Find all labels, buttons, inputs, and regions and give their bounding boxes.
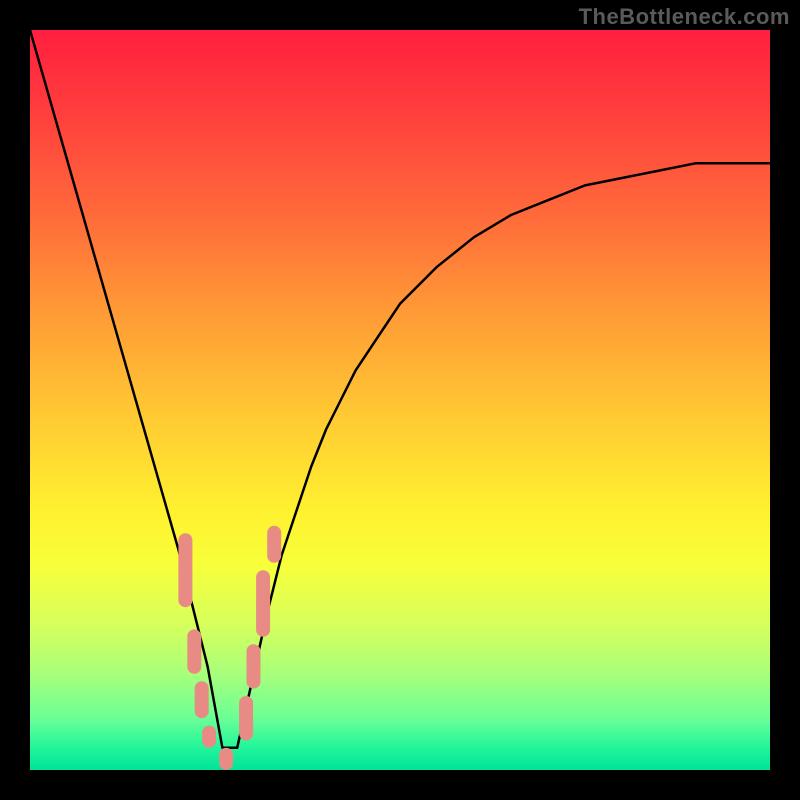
curve-marker: [256, 570, 270, 637]
curve-marker: [195, 681, 209, 718]
bottleneck-curve-svg: [30, 30, 770, 770]
marker-group: [178, 526, 281, 770]
bottleneck-curve: [30, 30, 770, 748]
curve-marker: [239, 696, 253, 740]
curve-marker: [219, 748, 233, 770]
curve-marker: [267, 526, 281, 563]
plot-area: [30, 30, 770, 770]
curve-marker: [178, 533, 192, 607]
chart-frame: TheBottleneck.com: [0, 0, 800, 800]
curve-marker: [247, 644, 261, 688]
curve-marker: [202, 726, 216, 748]
curve-marker: [187, 629, 201, 673]
watermark: TheBottleneck.com: [579, 4, 790, 30]
